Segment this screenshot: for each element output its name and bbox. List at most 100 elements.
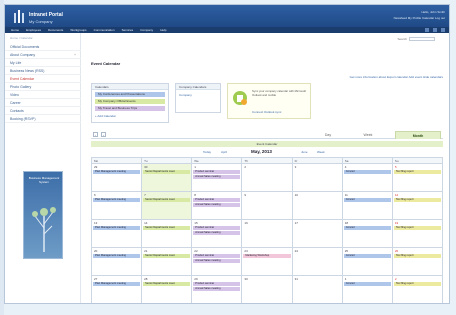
- calendar-day-cell[interactable]: 26 Tax filing report: [392, 248, 443, 276]
- calendar-day-cell[interactable]: 30: [242, 276, 293, 303]
- calendar-event[interactable]: Annual Sales meeting: [193, 287, 241, 291]
- calendar-event[interactable]: Product seminar: [193, 198, 241, 202]
- calendar-event[interactable]: Concert: [343, 282, 391, 286]
- calendar-day-cell[interactable]: 22 Product seminar Annual Sales meeting: [192, 248, 243, 276]
- calendar-day-cell[interactable]: 23 Marketing Workshop: [242, 248, 293, 276]
- tab-week[interactable]: Week: [353, 131, 383, 139]
- calendar-day-cell[interactable]: 6 Plan Management meeting: [92, 192, 143, 220]
- calendar-event[interactable]: Concert: [343, 170, 391, 174]
- sidebar-item-business-news[interactable]: Business News (RSS): [5, 67, 81, 75]
- calendar-day-cell[interactable]: 3: [292, 164, 343, 192]
- calendar-event[interactable]: Product seminar: [193, 226, 241, 230]
- promo-banner[interactable]: Business Management System: [23, 171, 63, 259]
- sidebar-item-event-calendar[interactable]: Event Calendar: [5, 75, 81, 83]
- user-links[interactable]: Hello, John Smith Newsfeed My Profile Ca…: [394, 9, 445, 21]
- calendar-day-cell[interactable]: 1 Product seminar Annual Sales meeting: [192, 164, 243, 192]
- calendar-day-cell[interactable]: 13 Plan Management meeting: [92, 220, 143, 248]
- user-menu[interactable]: Newsfeed My Profile Calendar Log out: [394, 15, 445, 21]
- calendar-item[interactable]: My Conferences and Presentations: [95, 92, 165, 97]
- sidebar-item-official-documents[interactable]: Official Documents: [5, 43, 81, 51]
- add-calendar-link[interactable]: + Add Calendar: [95, 114, 165, 118]
- next-month-link[interactable]: June: [301, 150, 308, 154]
- calendar-event[interactable]: Concert: [343, 254, 391, 258]
- calendar-event[interactable]: Concert: [343, 226, 391, 230]
- calendar-event[interactable]: Plan Management meeting: [93, 170, 141, 174]
- calendar-day-cell[interactable]: 31: [293, 276, 343, 303]
- sidebar-item-about-company[interactable]: About Company +: [5, 51, 81, 59]
- calendar-event[interactable]: Product seminar: [193, 170, 241, 174]
- settings-icon[interactable]: [432, 28, 437, 32]
- notifications-icon[interactable]: [441, 28, 445, 32]
- calendar-event[interactable]: Marketing Workshop: [243, 254, 291, 258]
- calendar-event[interactable]: Senior Departments meet: [143, 282, 191, 286]
- calendar-day-cell[interactable]: 30 Senior Departments meet: [142, 164, 193, 192]
- calendar-event[interactable]: Tax filing report: [393, 198, 441, 202]
- calendar-day-cell[interactable]: 7 Senior Departments meet: [142, 192, 193, 220]
- calendar-day-cell[interactable]: 20 Plan Management meeting: [92, 248, 143, 276]
- calendar-day-cell[interactable]: 1 Concert: [343, 276, 393, 303]
- calendar-day-cell[interactable]: 12 Tax filing report: [392, 192, 443, 220]
- search-icon[interactable]: [424, 28, 429, 32]
- calendar-day-cell[interactable]: 19 Tax filing report: [392, 220, 443, 248]
- calendar-event[interactable]: Senior Departments meet: [143, 170, 191, 174]
- sync-promo-link[interactable]: Connect Outlook sync: [252, 110, 281, 114]
- calendar-day-cell[interactable]: 29 Product seminar Annual Sales meeting: [192, 276, 243, 303]
- tab-day[interactable]: Day: [313, 131, 343, 139]
- calendar-day-cell[interactable]: 2 Tax filing report: [393, 276, 443, 303]
- calendar-event[interactable]: Product seminar: [193, 254, 241, 258]
- sidebar-item-my-life[interactable]: My Life: [5, 59, 81, 67]
- calendar-day-cell[interactable]: 16: [242, 220, 293, 248]
- portal-logo[interactable]: Intranet Portal My Company: [13, 9, 63, 24]
- calendar-day-cell[interactable]: 28 Senior Departments meet: [142, 276, 193, 303]
- sidebar-item-photo-gallery[interactable]: Photo Gallery: [5, 83, 81, 91]
- calendar-day-cell[interactable]: 8 Product seminar Annual Sales meeting: [192, 192, 243, 220]
- breadcrumb[interactable]: Home / Calendar: [10, 36, 33, 40]
- calendar-event[interactable]: Plan Management meeting: [93, 254, 141, 258]
- calendar-event[interactable]: Senior Departments meet: [143, 254, 191, 258]
- calendar-day-cell[interactable]: 29 Plan Management meeting: [92, 164, 143, 192]
- calendar-day-cell[interactable]: 15 Product seminar Annual Sales meeting: [192, 220, 243, 248]
- calendar-day-cell[interactable]: 4 Concert: [342, 164, 393, 192]
- calendar-event[interactable]: Annual Sales meeting: [193, 203, 241, 207]
- calendar-day-cell[interactable]: 5 Tax filing report: [392, 164, 443, 192]
- calendar-event[interactable]: Tax filing report: [393, 226, 441, 230]
- calendar-day-cell[interactable]: 27 Plan Management meeting: [92, 276, 143, 303]
- calendar-day-cell[interactable]: 17: [292, 220, 343, 248]
- calendar-day-cell[interactable]: 18 Concert: [342, 220, 393, 248]
- calendar-item[interactable]: My Company Official Events: [95, 99, 165, 104]
- sidebar-item-booking[interactable]: Booking (RSVP): [5, 115, 81, 123]
- calendar-event[interactable]: Senior Departments meet: [143, 198, 191, 202]
- calendar-event[interactable]: Concert: [343, 198, 391, 202]
- calendar-day-cell[interactable]: 25 Concert: [342, 248, 393, 276]
- calendar-event[interactable]: Annual Sales meeting: [193, 175, 241, 179]
- calendar-event[interactable]: Tax filing report: [393, 282, 441, 286]
- next-arrow-icon[interactable]: ›: [101, 132, 106, 137]
- prev-month-link[interactable]: April: [221, 150, 227, 154]
- calendar-event[interactable]: Tax filing report: [393, 254, 441, 258]
- calendar-event[interactable]: Tax filing report: [393, 170, 441, 174]
- calendar-event[interactable]: Plan Management meeting: [93, 198, 141, 202]
- calendar-day-cell[interactable]: 11 Concert: [342, 192, 393, 220]
- search-input[interactable]: [409, 37, 435, 41]
- calendar-event[interactable]: Senior Departments meet: [143, 226, 191, 230]
- company-calendar-link[interactable]: Company: [179, 93, 217, 97]
- sidebar-item-contacts[interactable]: Contacts: [5, 107, 81, 115]
- sidebar-item-career[interactable]: Career: [5, 99, 81, 107]
- prev-arrow-icon[interactable]: ‹: [93, 132, 98, 137]
- calendar-day-cell[interactable]: 14 Senior Departments meet: [142, 220, 193, 248]
- calendar-event[interactable]: Annual Sales meeting: [193, 231, 241, 235]
- calendar-item[interactable]: My Travel and Business Trips: [95, 106, 165, 111]
- calendar-day-cell[interactable]: 2: [242, 164, 293, 192]
- calendar-actions[interactable]: Get more information about Export calend…: [350, 75, 443, 79]
- calendar-event[interactable]: Plan Management meeting: [93, 282, 141, 286]
- calendar-day-cell[interactable]: 10: [292, 192, 343, 220]
- calendar-day-cell[interactable]: 24: [292, 248, 343, 276]
- calendar-event[interactable]: Product seminar: [193, 282, 241, 286]
- sidebar-item-video[interactable]: Video: [5, 91, 81, 99]
- calendar-day-cell[interactable]: 9: [242, 192, 293, 220]
- tab-month[interactable]: Month: [395, 131, 441, 139]
- calendar-event[interactable]: Plan Management meeting: [93, 226, 141, 230]
- calendar-day-cell[interactable]: 21 Senior Departments meet: [142, 248, 193, 276]
- calendar-event[interactable]: Annual Sales meeting: [193, 259, 241, 263]
- expand-icon[interactable]: +: [74, 51, 76, 58]
